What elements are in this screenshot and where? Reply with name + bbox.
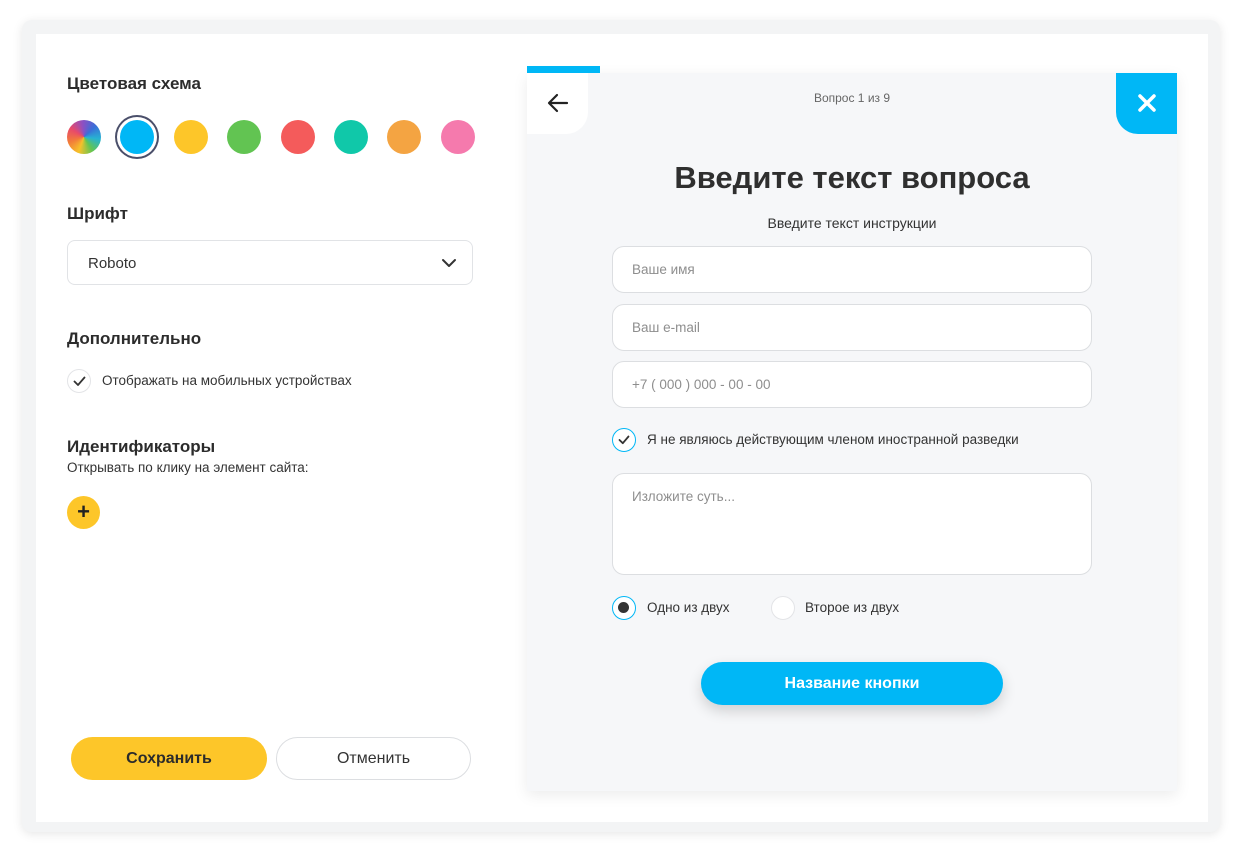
color-swatch-yellow[interactable] [174,120,208,154]
color-swatch-green[interactable] [227,120,261,154]
save-button[interactable]: Сохранить [71,737,267,780]
radio-dot [618,602,629,613]
arrow-left-icon [547,93,569,113]
radio-option-1-label[interactable]: Одно из двух [647,600,730,615]
consent-checkbox[interactable] [612,428,636,452]
phone-field[interactable]: +7 ( 000 ) 000 - 00 - 00 [612,361,1092,408]
question-counter: Вопрос 1 из 9 [813,91,891,105]
phone-field-placeholder: +7 ( 000 ) 000 - 00 - 00 [632,377,771,392]
close-icon [1138,94,1156,112]
add-identifier-button[interactable]: + [67,496,100,529]
plus-icon: + [77,499,90,524]
identifiers-subtitle: Открывать по клику на элемент сайта: [67,460,309,475]
color-swatch-orange[interactable] [387,120,421,154]
color-swatch-red[interactable] [281,120,315,154]
radio-option-2-label[interactable]: Второе из двух [805,600,899,615]
color-swatch-blue[interactable] [120,120,154,154]
name-field[interactable]: Ваше имя [612,246,1092,293]
email-field-placeholder: Ваш e-mail [632,320,700,335]
checkmark-icon [618,435,630,445]
close-button[interactable] [1116,73,1177,134]
font-select[interactable]: Roboto [67,240,473,285]
color-swatch-pink[interactable] [441,120,475,154]
message-textarea-placeholder: Изложите суть... [632,489,735,504]
color-swatch-gradient[interactable] [67,120,101,154]
radio-option-1[interactable] [612,596,636,620]
cancel-button[interactable]: Отменить [276,737,471,780]
identifiers-title: Идентификаторы [67,437,216,456]
submit-button[interactable]: Название кнопки [701,662,1003,705]
progress-bar [527,66,600,73]
back-button[interactable] [527,73,588,134]
font-title: Шрифт [67,204,128,223]
color-scheme-title: Цветовая схема [67,74,201,93]
question-instruction: Введите текст инструкции [767,215,937,231]
question-title: Введите текст вопроса [674,160,1030,195]
radio-option-2[interactable] [771,596,795,620]
consent-label[interactable]: Я не являюсь действующим членом иностран… [647,432,1019,447]
chevron-down-icon [442,259,456,267]
checkmark-icon [73,376,86,386]
color-swatch-teal[interactable] [334,120,368,154]
name-field-placeholder: Ваше имя [632,262,695,277]
extra-title: Дополнительно [67,329,202,348]
message-textarea[interactable]: Изложите суть... [612,473,1092,575]
mobile-checkbox[interactable] [67,369,91,393]
mobile-checkbox-label[interactable]: Отображать на мобильных устройствах [102,373,352,388]
font-select-value: Roboto [88,255,137,272]
email-field[interactable]: Ваш e-mail [612,304,1092,351]
